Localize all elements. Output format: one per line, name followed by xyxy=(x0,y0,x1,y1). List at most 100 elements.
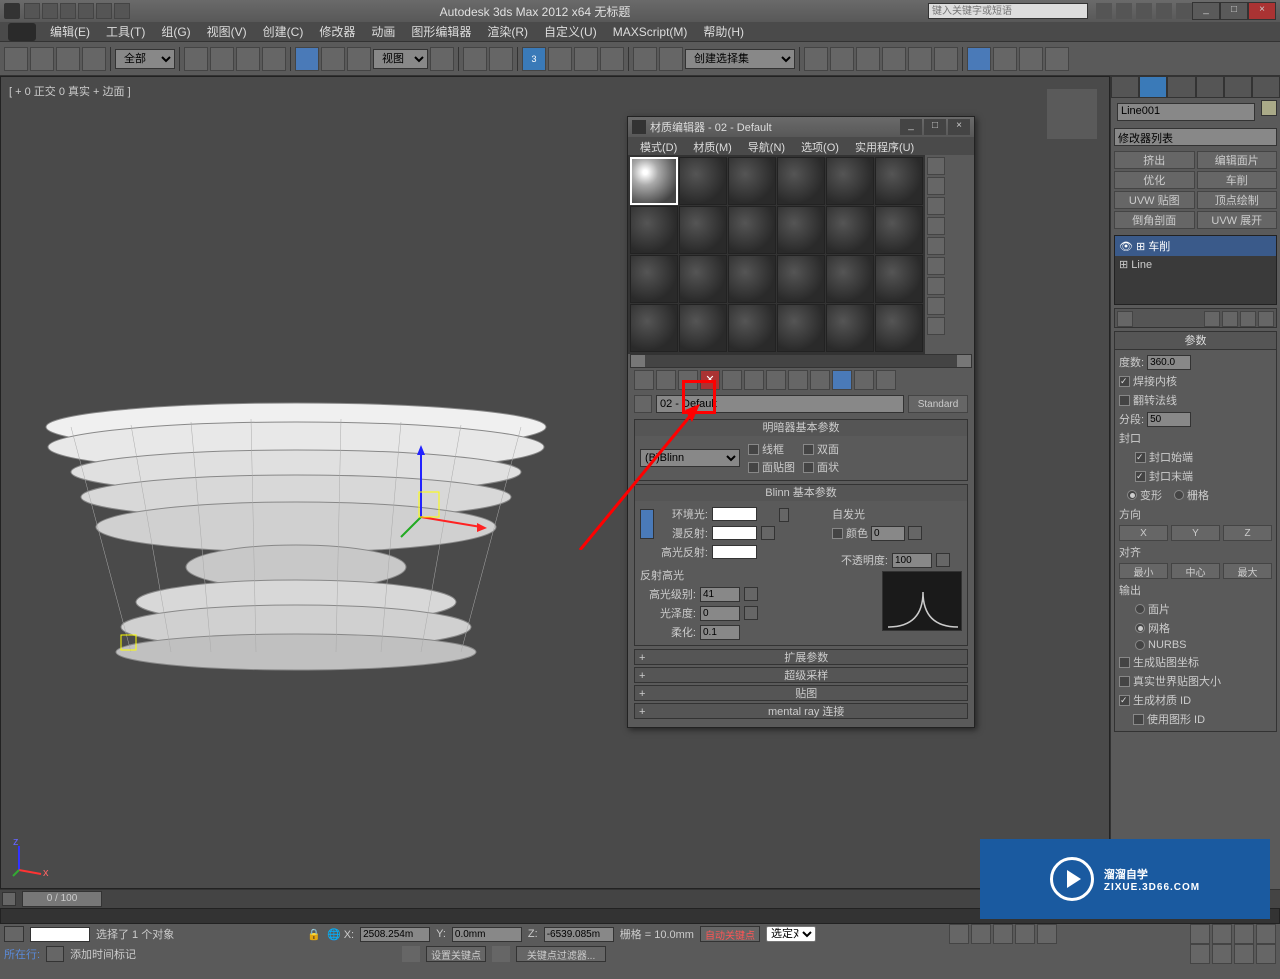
material-type-button[interactable]: Standard xyxy=(908,395,968,413)
maps-rollout[interactable]: 贴图 xyxy=(634,685,968,701)
schematic-view-icon[interactable] xyxy=(908,47,932,71)
mat-slot-12[interactable] xyxy=(875,206,923,254)
background-icon[interactable] xyxy=(927,197,945,215)
gen-mat-id-check[interactable] xyxy=(1119,695,1130,706)
mat-slot-14[interactable] xyxy=(679,255,727,303)
dir-x-button[interactable]: X xyxy=(1119,525,1168,541)
extended-params-rollout[interactable]: 扩展参数 xyxy=(634,649,968,665)
zoom-all-icon[interactable] xyxy=(1212,924,1232,944)
named-sel-icon[interactable] xyxy=(659,47,683,71)
show-end-result-icon[interactable] xyxy=(1204,311,1220,327)
ambient-color-swatch[interactable] xyxy=(712,507,757,521)
weld-core-check[interactable] xyxy=(1119,376,1130,387)
modifier-stack[interactable]: 👁 ⊞ 车削 ⊞ Line xyxy=(1114,235,1277,305)
isolate-icon[interactable] xyxy=(46,946,64,962)
align-max-button[interactable]: 最大 xyxy=(1223,563,1272,579)
mat-slot-21[interactable] xyxy=(728,304,776,352)
help-icon[interactable] xyxy=(1176,3,1192,19)
zoom-extents-icon[interactable] xyxy=(1234,924,1254,944)
stack-item-lathe[interactable]: 👁 ⊞ 车削 xyxy=(1115,236,1276,256)
out-patch-radio[interactable] xyxy=(1135,604,1145,614)
qat-save-icon[interactable] xyxy=(60,3,76,19)
mod-btn-editpatch[interactable]: 编辑面片 xyxy=(1197,151,1278,169)
mat-sample-hscroll[interactable] xyxy=(630,354,972,368)
self-illum-spinner[interactable] xyxy=(871,526,905,541)
opacity-spinner[interactable] xyxy=(892,553,932,568)
use-shape-id-check[interactable] xyxy=(1133,714,1144,725)
viewport-label[interactable]: [ + 0 正交 0 真实 + 边面 ] xyxy=(9,83,131,99)
scale-icon[interactable] xyxy=(347,47,371,71)
material-editor-icon[interactable] xyxy=(934,47,958,71)
auto-key-button[interactable]: 自动关键点 xyxy=(700,926,760,942)
play-icon[interactable] xyxy=(993,924,1013,944)
menu-animation[interactable]: 动画 xyxy=(363,21,403,42)
unlink-icon[interactable] xyxy=(82,47,106,71)
menu-graph-editors[interactable]: 图形编辑器 xyxy=(403,21,479,42)
ref-coord-drop[interactable]: 视图 xyxy=(373,49,428,69)
qat-redo-icon[interactable] xyxy=(96,3,112,19)
render-production-icon[interactable] xyxy=(1019,47,1043,71)
configure-sets-icon[interactable] xyxy=(1258,311,1274,327)
diffuse-color-swatch[interactable] xyxy=(712,526,757,540)
video-color-check-icon[interactable] xyxy=(927,237,945,255)
select-by-material-icon[interactable] xyxy=(927,297,945,315)
stack-item-line[interactable]: ⊞ Line xyxy=(1115,256,1276,273)
menu-tools[interactable]: 工具(T) xyxy=(98,21,153,42)
menu-rendering[interactable]: 渲染(R) xyxy=(479,21,536,42)
mat-slot-13[interactable] xyxy=(630,255,678,303)
faceted-check[interactable] xyxy=(803,462,814,473)
undo-icon[interactable] xyxy=(4,47,28,71)
modify-tab-icon[interactable] xyxy=(1139,76,1167,98)
qat-more-icon[interactable] xyxy=(114,3,130,19)
pan-icon[interactable] xyxy=(1212,944,1232,964)
align-min-button[interactable]: 最小 xyxy=(1119,563,1168,579)
snap-toggle-icon[interactable]: 3 xyxy=(522,47,546,71)
utilities-tab-icon[interactable] xyxy=(1252,76,1280,98)
mat-slot-11[interactable] xyxy=(826,206,874,254)
move-icon[interactable] xyxy=(295,47,319,71)
mat-slot-8[interactable] xyxy=(679,206,727,254)
select-manipulate-icon[interactable] xyxy=(463,47,487,71)
pin-stack-icon[interactable] xyxy=(1117,311,1133,327)
display-tab-icon[interactable] xyxy=(1224,76,1252,98)
mod-btn-uvwunwrap[interactable]: UVW 展开 xyxy=(1197,211,1278,229)
align-icon[interactable] xyxy=(830,47,854,71)
wire-check[interactable] xyxy=(748,444,759,455)
hierarchy-tab-icon[interactable] xyxy=(1167,76,1195,98)
menu-edit[interactable]: 编辑(E) xyxy=(42,21,98,42)
spinner-snap-icon[interactable] xyxy=(600,47,624,71)
mentalray-rollout[interactable]: mental ray 连接 xyxy=(634,703,968,719)
opacity-map-button[interactable] xyxy=(936,553,950,567)
glossiness-spinner[interactable] xyxy=(700,606,740,621)
rendered-frame-icon[interactable] xyxy=(993,47,1017,71)
edit-named-sel-icon[interactable] xyxy=(633,47,657,71)
mod-btn-lathe[interactable]: 车削 xyxy=(1197,171,1278,189)
menu-create[interactable]: 创建(C) xyxy=(255,21,312,42)
rotate-icon[interactable] xyxy=(321,47,345,71)
mat-menu-material[interactable]: 材质(M) xyxy=(685,137,740,155)
mat-slot-7[interactable] xyxy=(630,206,678,254)
put-to-library-icon[interactable] xyxy=(766,370,786,390)
diffuse-map-button[interactable] xyxy=(761,526,775,540)
pick-material-icon[interactable] xyxy=(634,395,652,413)
goto-end-icon[interactable] xyxy=(1037,924,1057,944)
mod-btn-bevelprofile[interactable]: 倒角剖面 xyxy=(1114,211,1195,229)
assign-to-selection-icon[interactable] xyxy=(678,370,698,390)
mat-close-button[interactable]: × xyxy=(948,119,970,135)
mat-slot-1[interactable] xyxy=(630,157,678,205)
pivot-icon[interactable] xyxy=(430,47,454,71)
mat-slot-24[interactable] xyxy=(875,304,923,352)
orbit-icon[interactable] xyxy=(1234,944,1254,964)
flip-normals-check[interactable] xyxy=(1119,395,1130,406)
z-coord-field[interactable] xyxy=(544,927,614,942)
subscription-icon[interactable] xyxy=(1116,3,1132,19)
redo-icon[interactable] xyxy=(30,47,54,71)
maxscript-mini-icon[interactable] xyxy=(4,926,24,942)
qat-undo-icon[interactable] xyxy=(78,3,94,19)
time-tag-text[interactable]: 添加时间标记 xyxy=(70,946,136,962)
mat-slot-10[interactable] xyxy=(777,206,825,254)
max-toggle-icon[interactable] xyxy=(1256,944,1276,964)
mat-menu-options[interactable]: 选项(O) xyxy=(793,137,847,155)
out-mesh-radio[interactable] xyxy=(1135,623,1145,633)
qat-open-icon[interactable] xyxy=(42,3,58,19)
